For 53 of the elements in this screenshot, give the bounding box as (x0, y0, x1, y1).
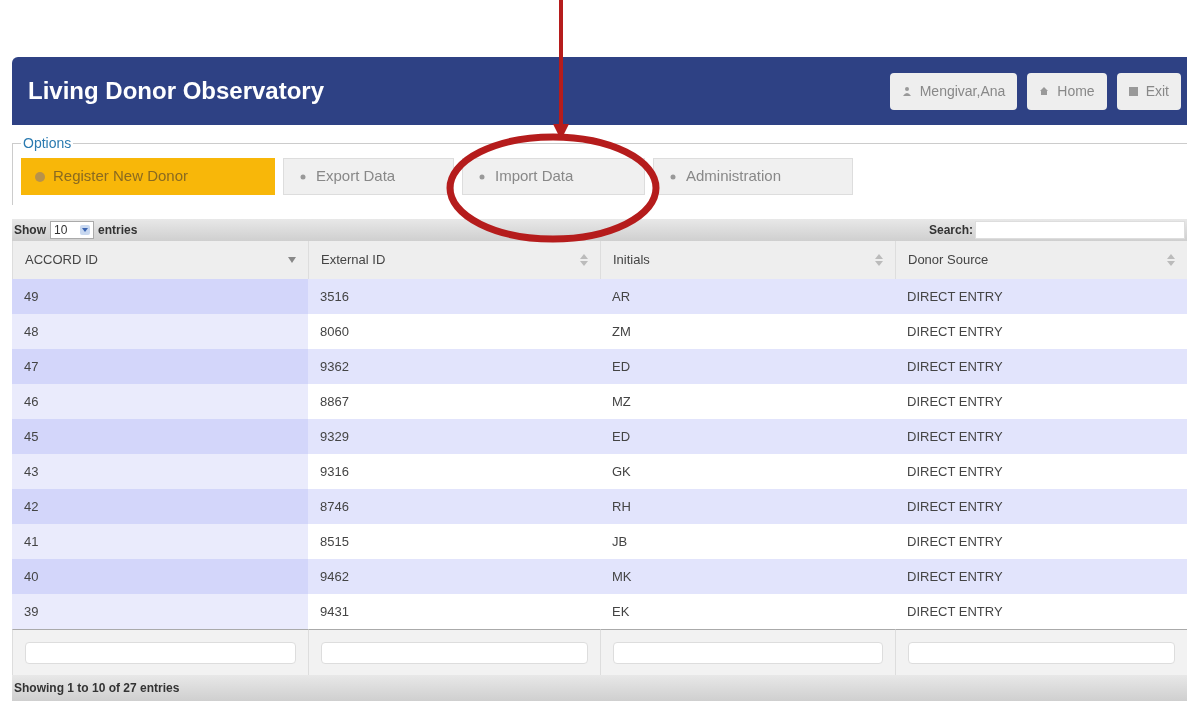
home-icon (1039, 86, 1050, 96)
table-cell: DIRECT ENTRY (895, 559, 1187, 594)
filter-field[interactable] (908, 641, 1175, 664)
table-cell: 46 (12, 384, 308, 419)
search-field[interactable] (975, 221, 1185, 239)
table-cell: 39 (12, 594, 308, 629)
table-cell: 49 (12, 279, 308, 314)
table-cell: ED (600, 349, 895, 384)
options-legend: Options (21, 133, 74, 154)
column-header[interactable]: External ID (308, 241, 600, 279)
header-button[interactable]: Mengivar,Ana (889, 72, 1018, 110)
table-cell: 45 (12, 419, 308, 454)
table-cell: 9329 (308, 419, 600, 454)
header-button[interactable]: Exit (1116, 72, 1181, 110)
table-cell: 9362 (308, 349, 600, 384)
entries-info: Showing 1 to 10 of 27 entries (14, 680, 180, 697)
circle-icon (35, 171, 45, 182)
option-button[interactable]: Administration (653, 158, 853, 195)
show-label: Show (14, 222, 46, 239)
table-cell: 41 (12, 524, 308, 559)
table-cell: 48 (12, 314, 308, 349)
column-header[interactable]: Donor Source (895, 241, 1187, 279)
user-icon (901, 86, 912, 96)
table-cell: RH (600, 489, 895, 524)
table-cell: 43 (12, 454, 308, 489)
table-cell: 47 (12, 349, 308, 384)
table-cell: 3516 (308, 279, 600, 314)
option-button[interactable]: Export Data (283, 158, 454, 195)
filter-field[interactable] (613, 641, 883, 664)
header-button[interactable]: Home (1027, 72, 1107, 110)
search-label: Search: (928, 222, 973, 239)
table-cell: 42 (12, 489, 308, 524)
entries-label: entries (98, 222, 138, 239)
table-cell: 9462 (308, 559, 600, 594)
table-cell: DIRECT ENTRY (895, 279, 1187, 314)
table-cell: 40 (12, 559, 308, 594)
column-header[interactable]: ACCORD ID (12, 241, 308, 279)
option-button[interactable]: Register New Donor (21, 158, 275, 195)
dropdown-icon (80, 225, 90, 235)
page-length-select[interactable]: 10 (50, 221, 94, 239)
stop-icon (1128, 86, 1138, 96)
table-cell: 8746 (308, 489, 600, 524)
app-title: Living Donor Observatory (28, 76, 325, 106)
table-cell: ED (600, 419, 895, 454)
table-cell: MK (600, 559, 895, 594)
table-cell: DIRECT ENTRY (895, 349, 1187, 384)
filter-field[interactable] (321, 641, 588, 664)
table-cell: DIRECT ENTRY (895, 419, 1187, 454)
filter-field[interactable] (25, 641, 296, 664)
table-cell: AR (600, 279, 895, 314)
column-header[interactable]: Initials (600, 241, 895, 279)
option-button[interactable]: Import Data (462, 158, 645, 195)
table-cell: DIRECT ENTRY (895, 489, 1187, 524)
